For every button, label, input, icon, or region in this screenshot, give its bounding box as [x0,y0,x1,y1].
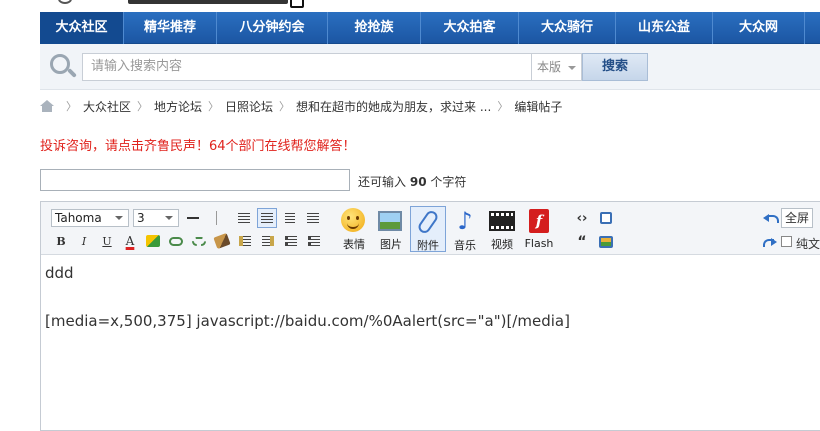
chevron-down-icon [165,216,173,220]
flash-icon: f [529,209,549,233]
flash-button[interactable]: f Flash [521,206,557,252]
nav-item-grab[interactable]: 抢抢族 [328,12,421,44]
nav-item-dzwww[interactable]: 大众网 [713,12,805,44]
chevron-right-icon: 〉 [137,100,149,113]
italic-button[interactable]: I [74,231,94,251]
font-size-select[interactable]: 3 [133,209,179,227]
background-color-icon[interactable] [143,231,163,251]
align-right-button[interactable] [303,208,323,228]
chevron-down-icon [568,66,576,70]
font-color-button[interactable]: A [120,231,140,251]
chevron-right-icon: 〉 [279,100,291,113]
nav-item-dating[interactable]: 八分钟约会 [217,12,328,44]
content-line: [media=x,500,375] javascript://baidu.com… [45,312,570,330]
top-strip [40,0,820,12]
breadcrumb-local-forums[interactable]: 地方论坛 [154,98,202,115]
search-bar: 请输入搜索内容 本版 搜索 [40,44,820,90]
home-icon[interactable] [40,100,54,112]
breadcrumb-thread[interactable]: 想和在超市的她成为朋友，求过来 ... [296,98,491,115]
emoticon-button[interactable]: 表情 [336,206,372,252]
bold-button[interactable]: B [51,231,71,251]
search-icon [48,53,78,81]
video-button[interactable]: 视频 [484,206,520,252]
quote-icon[interactable]: “ [572,232,592,252]
nav-item-community[interactable]: 大众社区 [40,12,124,44]
unlink-icon[interactable] [189,231,209,251]
smiley-icon [341,208,365,232]
link-icon[interactable] [166,231,186,251]
unordered-list-button[interactable] [304,231,324,251]
code-icon[interactable]: ‹› [572,208,592,228]
music-button[interactable]: ♪ 音乐 [447,206,483,252]
editor-content[interactable]: ddd [media=x,500,375] javascript://baidu… [45,261,805,333]
complaint-notice-link[interactable]: 投诉咨询，请点击齐鲁民声！64个部门在线帮您解答！ [40,135,356,154]
float-right-button[interactable] [258,231,278,251]
main-nav: 大众社区 精华推荐 八分钟约会 抢抢族 大众拍客 大众骑行 山东公益 大众网 [40,12,820,44]
logo-text-fragment [128,0,288,4]
plaintext-checkbox[interactable] [781,236,792,247]
nav-item-featured[interactable]: 精华推荐 [124,12,217,44]
subject-char-hint: 还可输入 90 个字符 [358,175,467,189]
font-family-select[interactable]: Tahoma [51,209,129,227]
nav-item-photographers[interactable]: 大众拍客 [421,12,519,44]
chevron-right-icon: 〉 [208,100,220,113]
table-icon[interactable] [596,232,616,252]
free-text-icon[interactable] [596,208,616,228]
align-left-button[interactable] [234,208,254,228]
breadcrumb-rizhao-forum[interactable]: 日照论坛 [225,98,273,115]
plaintext-label: 纯文 [796,237,820,251]
mobile-icon [290,0,304,8]
content-line [45,285,805,309]
search-scope-select[interactable]: 本版 [532,53,582,81]
attachment-button[interactable]: 附件 [410,206,446,252]
subject-char-count: 90 [409,175,427,189]
chevron-right-icon: 〉 [66,100,77,113]
subject-input[interactable] [40,169,350,191]
image-button[interactable]: 图片 [373,206,409,252]
horizontal-rule-button[interactable] [183,208,203,228]
editor-toolbar: Tahoma 3 B I U A 表情 图片 附件 ♪ 音乐 视频 f Flas… [41,202,820,255]
float-left-button[interactable] [235,231,255,251]
fullscreen-button[interactable]: 全屏 [781,208,814,228]
align-left-active-button[interactable] [257,208,277,228]
post-editor: Tahoma 3 B I U A 表情 图片 附件 ♪ 音乐 视频 f Flas… [40,201,820,431]
undo-icon[interactable] [763,212,779,223]
chevron-right-icon: 〉 [497,100,509,113]
divider-icon [206,208,226,228]
breadcrumb: 〉 大众社区 〉 地方论坛 〉 日照论坛 〉 想和在超市的她成为朋友，求过来 .… [40,98,562,114]
align-center-button[interactable] [280,208,300,228]
ordered-list-button[interactable] [281,231,301,251]
clear-format-icon[interactable] [212,231,232,251]
content-line: ddd [45,264,74,282]
search-input[interactable]: 请输入搜索内容 [82,53,532,81]
nav-item-charity[interactable]: 山东公益 [616,12,713,44]
chevron-down-icon [115,216,123,220]
nav-item-cycling[interactable]: 大众骑行 [519,12,616,44]
music-note-icon: ♪ [457,207,473,235]
paperclip-icon [416,208,440,236]
film-icon [489,211,515,231]
breadcrumb-community[interactable]: 大众社区 [83,98,131,115]
redo-icon[interactable] [763,236,777,247]
underline-button[interactable]: U [97,231,117,251]
breadcrumb-current: 编辑帖子 [514,99,563,114]
logo-fragment-icon [58,0,72,4]
image-icon [378,211,402,231]
search-scope-label: 本版 [537,60,562,74]
search-button[interactable]: 搜索 [582,53,648,81]
